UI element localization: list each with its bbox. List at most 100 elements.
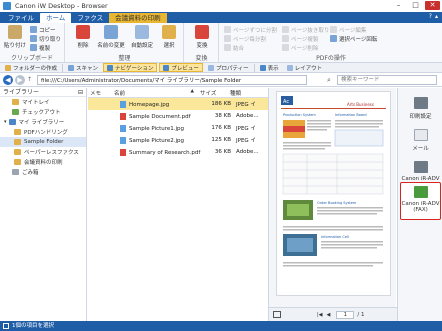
minimize-button[interactable]: –	[391, 1, 406, 10]
search-input[interactable]	[337, 75, 437, 85]
page-extract-button[interactable]: ページ抜き取り	[282, 25, 329, 34]
back-button[interactable]: ◀	[3, 74, 13, 85]
sidebar-item-meeting-print[interactable]: 会議資料の印刷	[0, 157, 86, 167]
scan-button[interactable]: スキャン	[65, 63, 101, 72]
convert-group-label: 変換	[195, 55, 208, 62]
navigation-icon	[107, 64, 114, 71]
tray-icon	[12, 99, 19, 105]
tab-home[interactable]: ホーム	[40, 13, 72, 23]
sidebar-item-paperless-fax[interactable]: ペーパーレスファクス	[0, 147, 86, 157]
table-row[interactable]: Sample Picture2.jpg 125 KB JPEG イ	[88, 134, 268, 146]
toolbar-divider	[253, 63, 255, 72]
properties-button[interactable]: プロパティー	[205, 63, 252, 72]
close-button[interactable]: ✕	[425, 1, 440, 10]
page-number-field[interactable]: 1	[336, 310, 355, 319]
page-copy-icon	[282, 35, 289, 42]
file-list: メモ 名前 ▲ サイズ 種類 Homepage.jpg 186 KB JPEG …	[88, 88, 268, 321]
navigation-toggle[interactable]: ナビゲーション	[103, 63, 158, 72]
column-memo[interactable]: メモ	[88, 89, 112, 97]
copy-icon	[30, 26, 37, 33]
preview-footer: |◀ ◀ 1 / 1	[269, 307, 397, 321]
page-copy-button[interactable]: ページ複製	[282, 34, 318, 43]
folder-icon	[5, 64, 11, 71]
page-delete-icon	[282, 44, 289, 51]
column-size[interactable]: サイズ	[198, 89, 228, 97]
fit-page-icon[interactable]	[273, 311, 281, 318]
page-edit-button[interactable]: ページ編集	[330, 25, 366, 34]
sidebar-item-sample-folder[interactable]: Sample Folder	[0, 137, 86, 147]
library-icon	[8, 119, 16, 125]
sidebar-item-my-tray[interactable]: マイトレイ	[0, 97, 86, 107]
organize-group-label: 整理	[118, 55, 131, 62]
pdf-ops-group-label: PDFの操作	[316, 55, 346, 62]
tab-meeting-print[interactable]: 会議資料の印刷	[109, 13, 167, 23]
delete-button[interactable]: 削除	[70, 25, 96, 49]
paste-icon	[8, 25, 22, 39]
output-panel: 印刷設定 メール Canon iR-ADV Canon iR-ADV (FAX)	[397, 88, 442, 321]
scanner-icon	[68, 64, 75, 71]
auto-rename-icon	[135, 25, 149, 39]
layout-menu[interactable]: レイアウト	[284, 63, 326, 72]
cut-button[interactable]: 切り取り	[30, 34, 61, 43]
organize-group: 削除 名前の変更 自動設定 選択 整理	[66, 23, 184, 63]
preview-toggle[interactable]: プレビュー	[159, 63, 203, 72]
auto-rename-button[interactable]: 自動設定	[128, 25, 156, 49]
copy-button[interactable]: コピー	[30, 25, 56, 34]
printer-icon	[413, 97, 428, 109]
select-icon	[162, 25, 176, 39]
sidebar-item-pdf-handling[interactable]: PDFハンドリング	[0, 127, 86, 137]
rename-button[interactable]: 名前の変更	[96, 25, 126, 49]
mail-button[interactable]: メール	[400, 126, 441, 154]
first-page-icon[interactable]: |◀	[317, 312, 323, 318]
maximize-button[interactable]: □	[408, 1, 423, 10]
table-row[interactable]: Summary of Research.pdf 36 KB Adobe...	[88, 146, 268, 158]
column-type[interactable]: 種類	[228, 89, 264, 97]
pdf-file-icon	[120, 112, 126, 120]
split-page-icon	[224, 26, 231, 33]
scissors-icon	[30, 35, 37, 42]
printer-icon	[413, 161, 428, 173]
tab-file[interactable]: ファイル	[2, 13, 40, 23]
table-row[interactable]: Sample Document.pdf 38 KB Adobe...	[88, 110, 268, 122]
preview-pane: Ac Arts Business Production System Infor…	[268, 88, 397, 321]
collapse-ribbon-icon[interactable]: ▴	[435, 13, 438, 20]
convert-button[interactable]: 変換	[189, 25, 215, 49]
svg-text:Production System: Production System	[283, 113, 316, 117]
folder-icon	[14, 159, 21, 165]
convert-group: 変換 変換	[185, 23, 219, 63]
view-toolbar: フォルダーの作成 スキャン ナビゲーション プレビュー プロパティー 表示 レイ…	[0, 63, 442, 73]
split-page-button[interactable]: ページずつに分割	[224, 25, 277, 34]
combine-button[interactable]: 結合	[224, 43, 244, 52]
page-delete-button[interactable]: ページ削除	[282, 43, 318, 52]
table-row[interactable]: Sample Picture1.jpg 176 KB JPEG イ	[88, 122, 268, 134]
canon-adv-fax-button[interactable]: Canon iR-ADV (FAX)	[400, 182, 441, 220]
pin-icon[interactable]: ⊟	[78, 88, 83, 96]
app-icon	[3, 2, 11, 10]
split-pages-button[interactable]: ページ毎分割	[224, 34, 266, 43]
tab-fax[interactable]: ファクス	[71, 13, 109, 23]
pdf-file-icon	[120, 148, 126, 156]
page-extract-icon	[282, 26, 289, 33]
sidebar-item-checkout[interactable]: チェックアウト	[0, 107, 86, 117]
properties-icon	[207, 64, 214, 71]
view-menu[interactable]: 表示	[257, 63, 282, 72]
print-settings-button[interactable]: 印刷設定	[400, 94, 441, 122]
prev-page-icon[interactable]: ◀	[327, 312, 331, 318]
help-icon[interactable]: ?	[429, 13, 432, 20]
collapse-icon[interactable]: ▾	[4, 119, 7, 125]
path-input[interactable]	[37, 74, 308, 85]
forward-button[interactable]: ▶	[15, 74, 25, 85]
duplicate-button[interactable]: 複製	[30, 43, 50, 52]
new-folder-button[interactable]: フォルダーの作成	[2, 63, 60, 72]
sidebar-item-trash[interactable]: ごみ箱	[0, 167, 86, 177]
select-button[interactable]: 選択	[156, 25, 182, 49]
column-name[interactable]: 名前 ▲	[112, 89, 198, 97]
sort-arrow-icon: ▲	[190, 88, 194, 94]
sidebar-item-my-library[interactable]: ▾ マイ ライブラリー	[0, 117, 86, 127]
combine-icon	[224, 44, 231, 51]
search-icon[interactable]: ⌕	[327, 76, 331, 85]
table-row[interactable]: Homepage.jpg 186 KB JPEG イ	[88, 98, 268, 110]
up-button[interactable]: ↑	[27, 76, 32, 83]
paste-button[interactable]: 貼り付け	[2, 25, 28, 49]
rotate-pages-button[interactable]: 選択ページ回転	[330, 34, 377, 43]
